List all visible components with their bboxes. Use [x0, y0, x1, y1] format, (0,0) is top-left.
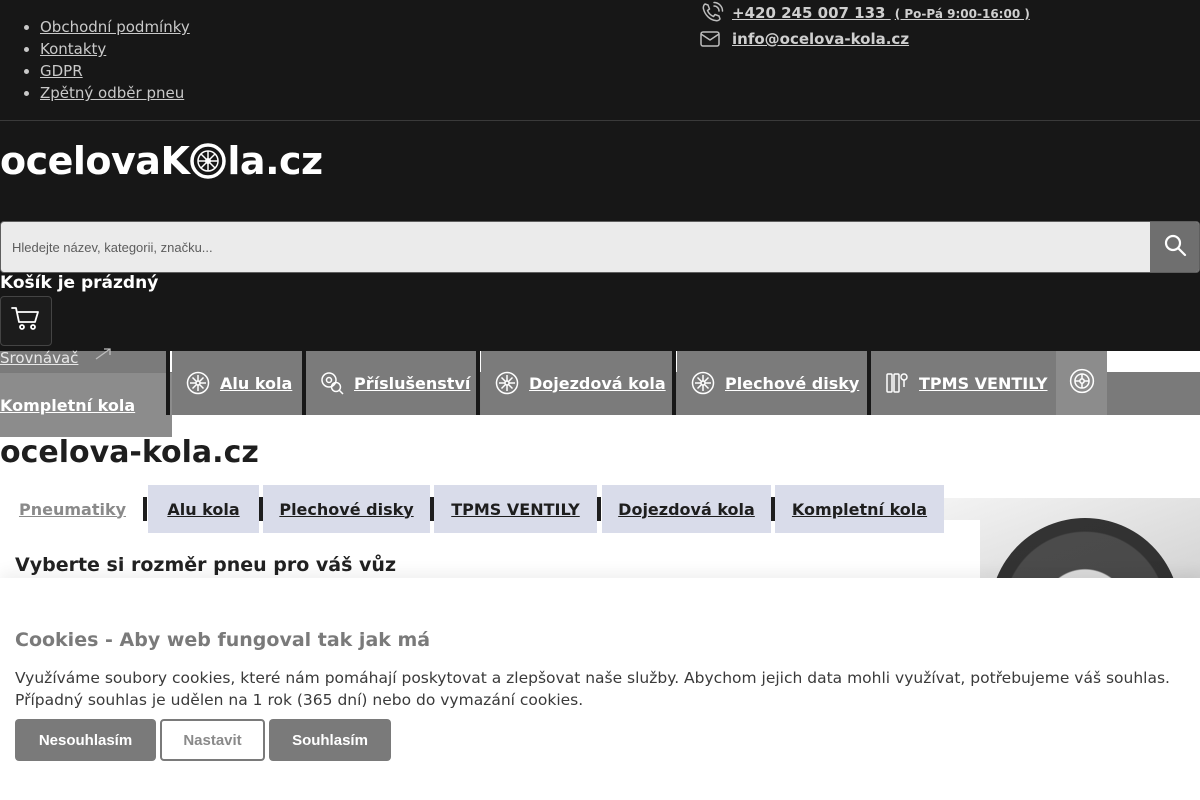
- category-tpms-ventily[interactable]: TPMS VENTILY: [871, 351, 1056, 415]
- category-label: Příslušenství: [354, 373, 471, 393]
- contact-phone: +420 245 007 133 ( Po-Pá 9:00-16:00 ): [700, 1, 1030, 25]
- cookie-decline-button[interactable]: Nesouhlasím: [15, 719, 156, 761]
- logo-text-k: K: [160, 139, 190, 183]
- top-link-item: GDPR: [40, 60, 190, 82]
- cookie-title: Cookies - Aby web fungoval tak jak má: [15, 629, 431, 651]
- wheel-icon: [186, 371, 210, 395]
- top-links: Obchodní podmínky Kontakty GDPR Zpětný o…: [0, 16, 190, 104]
- search-input[interactable]: [1, 222, 1151, 272]
- cookie-banner: Cookies - Aby web fungoval tak jak má Vy…: [0, 578, 1200, 800]
- opening-hours: ( Po-Pá 9:00-16:00 ): [894, 7, 1030, 21]
- tab-separator: [597, 497, 601, 521]
- logo-wheel-icon: [190, 143, 227, 179]
- category-label: TPMS VENTILY: [919, 373, 1048, 393]
- category-label: Kompletní kola: [0, 395, 136, 415]
- link-terms[interactable]: Obchodní podmínky: [40, 18, 190, 36]
- category-kompletni-kola[interactable]: Kompletní kola: [0, 373, 172, 437]
- cookie-text: Využíváme soubory cookies, které nám pom…: [15, 669, 1170, 709]
- search-icon: [1163, 233, 1187, 261]
- cart-status: Košík je prázdný: [0, 273, 159, 293]
- category-dojezdova-kola[interactable]: Dojezdová kola: [481, 351, 674, 415]
- link-gdpr[interactable]: GDPR: [40, 62, 83, 80]
- site-logo[interactable]: ocelova K la.cz: [0, 140, 323, 182]
- tab-tpms-ventily[interactable]: TPMS VENTILY: [434, 485, 597, 533]
- category-separator: [476, 351, 480, 415]
- category-separator: [672, 351, 676, 415]
- wheel-icon: [495, 371, 519, 395]
- cookie-accept-button[interactable]: Souhlasím: [269, 719, 391, 761]
- category-label: Plechové disky: [725, 373, 860, 393]
- category-plechove-disky[interactable]: Plechové disky: [677, 351, 868, 415]
- logo-text-right: la.cz: [227, 139, 323, 183]
- tab-plechove-disky[interactable]: Plechové disky: [263, 485, 430, 533]
- wheel-icon: [1069, 368, 1095, 398]
- page-title: ocelova-kola.cz: [0, 435, 259, 470]
- category-alu-kola[interactable]: Alu kola: [172, 351, 302, 415]
- tpms-icon: [885, 371, 909, 395]
- contact-email: info@ocelova-kola.cz: [700, 27, 909, 51]
- accessories-icon: [320, 371, 344, 395]
- phone-icon: [700, 1, 726, 25]
- finder-heading: Vyberte si rozměr pneu pro váš vůz: [15, 554, 397, 576]
- tab-pneumatiky[interactable]: Pneumatiky: [0, 485, 145, 533]
- category-more-button[interactable]: [1056, 351, 1107, 415]
- category-label: Alu kola: [220, 373, 293, 393]
- tab-kompletni-kola[interactable]: Kompletní kola: [775, 485, 944, 533]
- category-prislusenstvi[interactable]: Příslušenství: [306, 351, 478, 415]
- category-label: Dojezdová kola: [529, 373, 666, 393]
- cart-icon: [11, 306, 41, 336]
- top-link-item: Kontakty: [40, 38, 190, 60]
- link-contacts[interactable]: Kontakty: [40, 40, 106, 58]
- category-separator: [166, 351, 170, 415]
- header-divider: [0, 120, 1200, 121]
- envelope-icon: [700, 27, 726, 51]
- tab-alu-kola[interactable]: Alu kola: [148, 485, 259, 533]
- cookie-settings-button[interactable]: Nastavit: [160, 719, 265, 761]
- search-bar: [0, 221, 1200, 273]
- logo-text-left: ocelova: [0, 139, 161, 183]
- top-link-item: Zpětný odběr pneu: [40, 82, 190, 104]
- phone-number: +420 245 007 133: [732, 4, 886, 22]
- cart-button[interactable]: [0, 296, 52, 346]
- tab-dojezdova-kola[interactable]: Dojezdová kola: [602, 485, 771, 533]
- search-button[interactable]: [1150, 222, 1199, 272]
- phone-link[interactable]: +420 245 007 133 ( Po-Pá 9:00-16:00 ): [732, 4, 1030, 22]
- email-link[interactable]: info@ocelova-kola.cz: [732, 30, 909, 48]
- tab-separator: [143, 497, 147, 521]
- top-link-item: Obchodní podmínky: [40, 16, 190, 38]
- link-tire-return[interactable]: Zpětný odběr pneu: [40, 84, 184, 102]
- compare-link[interactable]: Srovnávač: [0, 349, 78, 367]
- wheel-icon: [691, 371, 715, 395]
- compare-icon: [94, 346, 112, 365]
